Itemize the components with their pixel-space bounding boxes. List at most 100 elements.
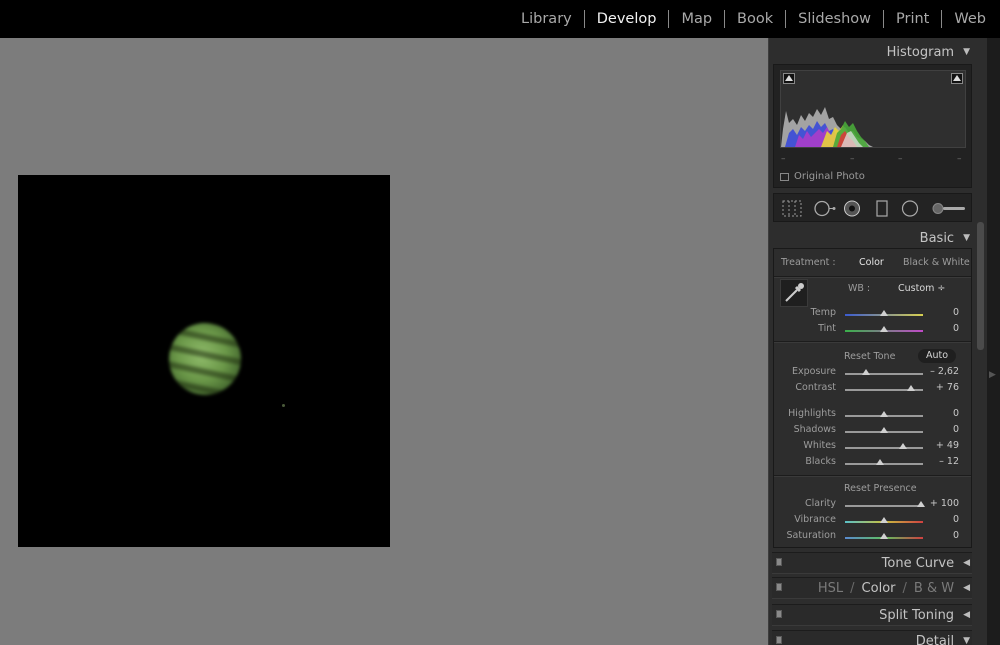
slider-value[interactable]: 0	[953, 307, 959, 318]
histogram-graph[interactable]	[780, 70, 966, 148]
slider-label: Whites	[803, 440, 836, 451]
histogram-readout: –	[850, 154, 855, 164]
treatment-color-option[interactable]: Color	[859, 257, 884, 268]
treatment-bw-option[interactable]: Black & White	[903, 257, 970, 268]
expand-triangle-icon: ▼	[963, 47, 970, 57]
slider-label: Tint	[818, 323, 836, 334]
panel-edge[interactable]	[987, 38, 1000, 645]
slider-tint[interactable]: Tint 0	[774, 323, 971, 337]
slider-thumb[interactable]	[880, 326, 888, 332]
tab-separator: /	[902, 580, 907, 596]
slider-blacks[interactable]: Blacks – 12	[774, 456, 971, 470]
shadow-clipping-icon[interactable]	[783, 73, 795, 84]
slider-exposure[interactable]: Exposure – 2,62	[774, 366, 971, 380]
collapse-triangle-icon: ◀	[963, 610, 970, 620]
histogram-readout: –	[898, 154, 903, 164]
panel-switch-icon[interactable]	[776, 610, 782, 618]
image-canvas[interactable]	[0, 38, 768, 645]
slider-highlights[interactable]: Highlights 0	[774, 408, 971, 422]
module-develop[interactable]: Develop	[583, 10, 669, 28]
slider-thumb[interactable]	[916, 501, 925, 507]
slider-label: Saturation	[786, 530, 836, 541]
slider-thumb[interactable]	[880, 427, 888, 433]
graduated-filter-icon[interactable]	[875, 200, 889, 217]
histogram-title: Histogram	[886, 44, 955, 60]
split-toning-header[interactable]: Split Toning ◀	[772, 604, 972, 626]
slider-thumb[interactable]	[880, 517, 888, 523]
planet-jupiter	[169, 323, 241, 395]
tab-color[interactable]: Color	[862, 581, 896, 596]
wb-select[interactable]: Custom ÷	[898, 283, 945, 294]
slider-value[interactable]: 0	[953, 530, 959, 541]
slider-whites[interactable]: Whites + 49	[774, 440, 971, 454]
slider-label: Blacks	[805, 456, 836, 467]
histogram-header[interactable]: Histogram ▼	[772, 41, 972, 63]
slider-saturation[interactable]: Saturation 0	[774, 530, 971, 544]
slider-clarity[interactable]: Clarity + 100	[774, 498, 971, 512]
slider-label: Contrast	[795, 382, 836, 393]
slider-value[interactable]: + 49	[936, 440, 959, 451]
slider-value[interactable]: – 12	[939, 456, 959, 467]
original-photo-toggle[interactable]: Original Photo	[780, 171, 865, 182]
slider-temp[interactable]: Temp 0	[774, 307, 971, 321]
tone-curve-header[interactable]: Tone Curve ◀	[772, 552, 972, 574]
slider-thumb[interactable]	[876, 459, 885, 465]
reset-tone-button[interactable]: Reset Tone	[844, 351, 895, 362]
detail-header[interactable]: Detail ▼	[772, 630, 972, 645]
histogram-readout: –	[781, 154, 786, 164]
crop-overlay-icon[interactable]	[782, 200, 802, 217]
slider-value[interactable]: + 100	[930, 498, 959, 509]
slider-contrast[interactable]: Contrast + 76	[774, 382, 971, 396]
collapse-triangle-icon: ◀	[963, 558, 970, 568]
module-book[interactable]: Book	[724, 10, 785, 28]
slider-label: Exposure	[792, 366, 836, 377]
adjustment-brush-icon[interactable]	[931, 200, 967, 217]
eyedropper-icon[interactable]	[780, 279, 808, 307]
slider-thumb[interactable]	[906, 385, 915, 391]
slider-value[interactable]: + 76	[936, 382, 959, 393]
wb-label: WB :	[848, 283, 871, 294]
slider-value[interactable]: 0	[953, 323, 959, 334]
slider-thumb[interactable]	[880, 310, 888, 316]
tone-curve-title: Tone Curve	[881, 555, 955, 571]
slider-track[interactable]	[845, 447, 923, 449]
red-eye-icon[interactable]	[843, 200, 861, 217]
histogram-plot	[781, 107, 873, 147]
reset-presence-button[interactable]: Reset Presence	[844, 483, 917, 494]
slider-value[interactable]: 0	[953, 424, 959, 435]
spot-removal-icon[interactable]	[812, 200, 836, 217]
expand-triangle-icon: ▼	[963, 636, 970, 645]
panel-switch-icon[interactable]	[776, 636, 782, 644]
checkbox-icon[interactable]	[780, 172, 789, 181]
module-slideshow[interactable]: Slideshow	[785, 10, 883, 28]
hsl-header[interactable]: HSL / Color / B & W ◀	[772, 577, 972, 599]
slider-value[interactable]: – 2,62	[930, 366, 959, 377]
auto-tone-button[interactable]: Auto	[918, 349, 956, 363]
tab-hsl[interactable]: HSL	[818, 581, 843, 596]
tab-bw[interactable]: B & W	[914, 581, 954, 596]
panel-switch-icon[interactable]	[776, 558, 782, 566]
slider-value[interactable]: 0	[953, 408, 959, 419]
slider-thumb[interactable]	[880, 533, 888, 539]
module-web[interactable]: Web	[941, 10, 986, 28]
slider-thumb[interactable]	[862, 369, 871, 375]
highlight-clipping-icon[interactable]	[951, 73, 963, 84]
slider-vibrance[interactable]: Vibrance 0	[774, 514, 971, 528]
module-print[interactable]: Print	[883, 10, 941, 28]
histogram-readout: –	[957, 154, 962, 164]
slider-track[interactable]	[845, 505, 923, 507]
slider-thumb[interactable]	[880, 411, 888, 417]
basic-header[interactable]: Basic ▼	[772, 227, 972, 249]
slider-track[interactable]	[845, 373, 923, 375]
panel-scrollbar[interactable]	[977, 222, 984, 350]
slider-shadows[interactable]: Shadows 0	[774, 424, 971, 438]
slider-thumb[interactable]	[898, 443, 907, 449]
radial-filter-icon[interactable]	[901, 200, 919, 217]
module-map[interactable]: Map	[668, 10, 724, 28]
expand-right-icon[interactable]: ▶	[989, 370, 996, 380]
original-photo-label: Original Photo	[794, 171, 865, 182]
slider-label: Vibrance	[794, 514, 836, 525]
panel-switch-icon[interactable]	[776, 583, 782, 591]
slider-value[interactable]: 0	[953, 514, 959, 525]
module-library[interactable]: Library	[509, 10, 584, 28]
